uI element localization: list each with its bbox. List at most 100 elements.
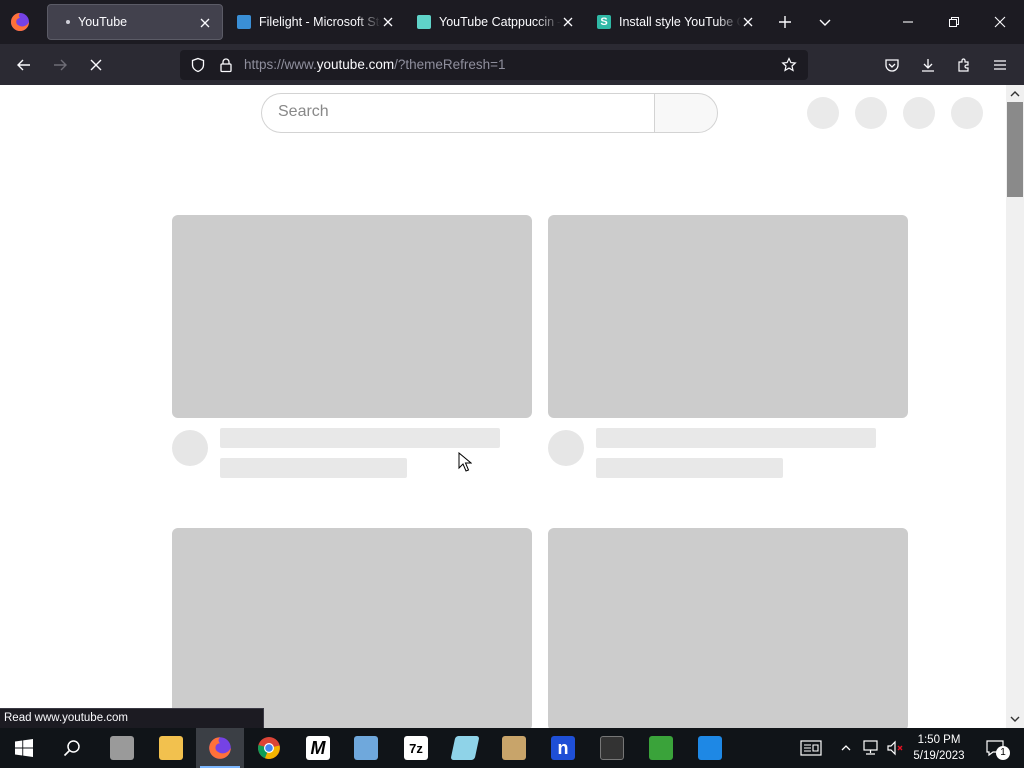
network-icon xyxy=(863,740,878,755)
extensions-button[interactable] xyxy=(950,51,978,79)
windows-taskbar: M 7z n 1:50 PM 5/19/2023 1 xyxy=(0,728,1024,768)
notepad-app[interactable] xyxy=(441,728,489,768)
news-icon xyxy=(800,740,822,756)
restore-button[interactable] xyxy=(940,8,968,36)
mega-app[interactable]: M xyxy=(294,728,342,768)
download-manager-icon xyxy=(649,736,673,760)
chrome-app[interactable] xyxy=(245,728,293,768)
search-icon xyxy=(63,740,80,757)
back-button[interactable] xyxy=(10,51,38,79)
clock[interactable]: 1:50 PM 5/19/2023 xyxy=(906,732,972,764)
package-icon xyxy=(502,736,526,760)
volume-button[interactable] xyxy=(884,728,906,768)
new-tab-button[interactable] xyxy=(771,8,799,36)
stylus-icon: S xyxy=(597,15,611,29)
news-button[interactable] xyxy=(796,728,826,768)
arrow-right-icon xyxy=(54,59,67,71)
terminal-icon xyxy=(600,736,624,760)
lock-icon[interactable] xyxy=(218,57,234,73)
plus-icon xyxy=(779,16,791,28)
notification-count-badge: 1 xyxy=(996,746,1010,760)
close-icon xyxy=(90,59,102,71)
start-button[interactable] xyxy=(0,728,48,768)
skeleton-thumbnail xyxy=(172,215,532,418)
windows-logo-icon xyxy=(15,739,33,757)
skeleton-avatar-placeholder xyxy=(855,97,887,129)
arrow-left-icon xyxy=(17,59,30,71)
puzzle-icon xyxy=(958,58,969,72)
microsoft-store-icon xyxy=(237,15,251,29)
close-tab-icon[interactable] xyxy=(559,13,577,31)
mouse-cursor-icon xyxy=(458,452,472,472)
scroll-up-icon[interactable] xyxy=(1009,88,1021,100)
url-prefix: https://www. xyxy=(244,57,317,72)
close-tab-icon[interactable] xyxy=(379,13,397,31)
minimize-button[interactable] xyxy=(894,8,922,36)
file-explorer-app[interactable] xyxy=(147,728,195,768)
notion-app[interactable]: n xyxy=(539,728,587,768)
show-hidden-icons-button[interactable] xyxy=(836,728,856,768)
vertical-scrollbar[interactable] xyxy=(1006,85,1024,728)
tab-title: YouTube Catppuccin — Userstyles xyxy=(439,15,561,29)
skeleton-title-line xyxy=(220,428,500,448)
close-icon xyxy=(994,16,1006,28)
tab-install-style[interactable]: S Install style YouTube Catppuccin xyxy=(585,4,765,40)
mega-icon: M xyxy=(306,736,330,760)
forward-button[interactable] xyxy=(46,51,74,79)
clock-time: 1:50 PM xyxy=(917,734,961,746)
7zip-app[interactable]: 7z xyxy=(392,728,440,768)
scroll-down-icon[interactable] xyxy=(1009,713,1021,725)
downloads-button[interactable] xyxy=(914,51,942,79)
loading-indicator-icon xyxy=(66,20,70,24)
url-text[interactable]: https://www.youtube.com/?themeRefresh=1 xyxy=(244,57,506,72)
tab-title: YouTube xyxy=(78,15,128,29)
scrollbar-thumb[interactable] xyxy=(1007,102,1023,197)
skeleton-channel-avatar xyxy=(172,430,208,466)
minimize-icon xyxy=(903,21,913,23)
shield-icon[interactable] xyxy=(190,57,206,73)
search-box[interactable] xyxy=(261,93,655,133)
search-button[interactable] xyxy=(654,93,718,133)
list-all-tabs-button[interactable] xyxy=(811,8,839,36)
firefox-icon xyxy=(209,737,231,759)
restore-icon xyxy=(949,17,959,27)
task-manager-icon xyxy=(110,736,134,760)
chrome-icon xyxy=(258,737,280,759)
package-app[interactable] xyxy=(490,728,538,768)
paint-app[interactable] xyxy=(342,728,390,768)
skeleton-avatar-placeholder xyxy=(807,97,839,129)
notion-icon: n xyxy=(551,736,575,760)
address-bar[interactable]: https://www.youtube.com/?themeRefresh=1 xyxy=(180,50,808,80)
hamburger-menu-icon xyxy=(994,60,1006,70)
tab-strip: YouTube Filelight - Microsoft Store YouT… xyxy=(0,0,1024,44)
stop-loading-button[interactable] xyxy=(82,51,110,79)
close-tab-icon[interactable] xyxy=(739,13,757,31)
action-center-button[interactable]: 1 xyxy=(978,728,1012,768)
catppuccin-icon xyxy=(417,15,431,29)
status-panel: Read www.youtube.com xyxy=(0,708,264,728)
app-menu-button[interactable] xyxy=(986,51,1014,79)
terminal-app[interactable] xyxy=(588,728,636,768)
close-tab-icon[interactable] xyxy=(196,14,214,32)
download-app[interactable] xyxy=(637,728,685,768)
skeleton-avatar-placeholder xyxy=(951,97,983,129)
pocket-button[interactable] xyxy=(878,51,906,79)
tab-title: Filelight - Microsoft Store xyxy=(259,15,381,29)
search-input[interactable] xyxy=(278,103,638,121)
search-button[interactable] xyxy=(48,728,96,768)
close-window-button[interactable] xyxy=(986,8,1014,36)
url-host: youtube.com xyxy=(316,57,395,72)
tab-youtube[interactable]: YouTube xyxy=(47,4,223,40)
network-button[interactable] xyxy=(860,728,882,768)
task-manager-app[interactable] xyxy=(98,728,146,768)
folder-icon xyxy=(159,736,183,760)
clock-date: 5/19/2023 xyxy=(913,750,965,762)
tab-catppuccin[interactable]: YouTube Catppuccin — Userstyles xyxy=(405,4,585,40)
skeleton-meta-line xyxy=(596,458,783,478)
firefox-app[interactable] xyxy=(196,728,244,768)
firefox-menu-icon[interactable] xyxy=(10,12,30,32)
blue-app[interactable] xyxy=(686,728,734,768)
chevron-up-icon xyxy=(841,745,851,751)
tab-filelight[interactable]: Filelight - Microsoft Store xyxy=(225,4,405,40)
star-bookmark-icon[interactable] xyxy=(781,57,797,73)
